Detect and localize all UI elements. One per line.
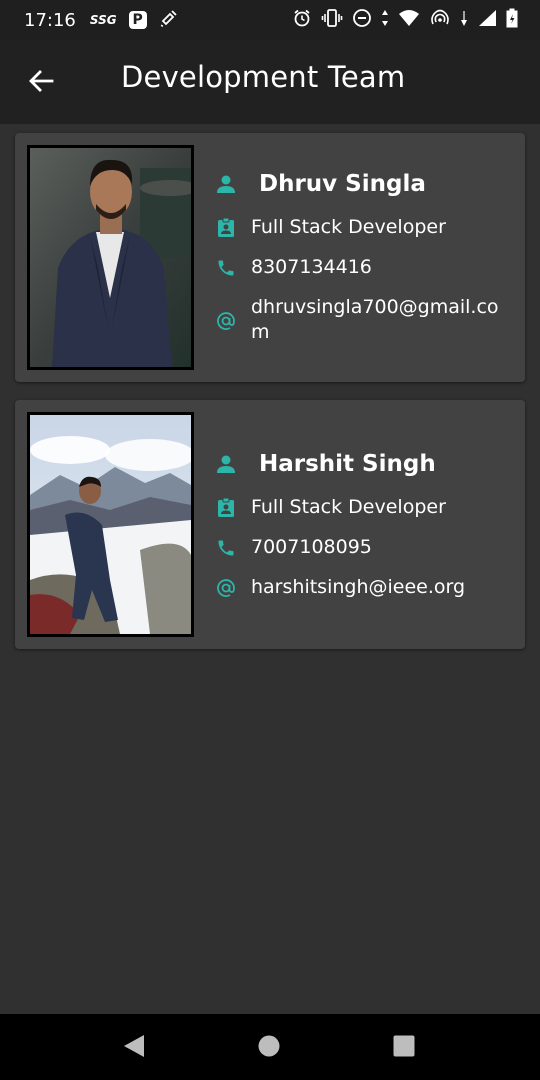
badge-icon	[213, 215, 239, 241]
data-arrow-small-icon	[460, 9, 468, 31]
member-photo	[30, 415, 191, 634]
battery-icon	[506, 8, 518, 32]
person-icon	[213, 451, 239, 477]
member-email[interactable]: harshitsingh@ieee.org	[251, 575, 513, 600]
back-button[interactable]	[20, 62, 62, 104]
at-icon	[213, 575, 239, 601]
data-arrows-icon	[381, 9, 389, 31]
satellite-notification-icon	[159, 8, 179, 32]
phone-icon	[213, 535, 239, 561]
alarm-icon	[292, 8, 312, 32]
page-title: Development Team	[121, 60, 406, 94]
app-bar: Development Team	[0, 40, 540, 124]
member-name-row: Dhruv Singla	[213, 171, 426, 197]
team-list: Dhruv Singla Full Stack Developer 830713…	[0, 124, 540, 1014]
member-role: Full Stack Developer	[251, 216, 446, 238]
member-photo-frame	[27, 145, 194, 370]
arrow-back-icon	[27, 67, 55, 99]
member-phone[interactable]: 8307134416	[251, 255, 372, 280]
do-not-disturb-icon	[352, 8, 372, 32]
at-icon	[213, 308, 239, 334]
parking-notification-icon: P	[128, 11, 147, 29]
status-time: 17:16	[24, 9, 76, 31]
ssg-notification-icon: SSG	[89, 13, 117, 27]
member-photo-frame	[27, 412, 194, 637]
nav-back-button[interactable]	[120, 1034, 148, 1062]
nav-recents-icon	[392, 1034, 416, 1062]
member-phone-row[interactable]: 8307134416	[213, 255, 372, 281]
nav-home-button[interactable]	[255, 1034, 283, 1062]
vibrate-icon	[321, 8, 343, 32]
member-name-row: Harshit Singh	[213, 451, 436, 477]
member-email[interactable]: dhruvsingla700@gmail.com	[251, 295, 513, 345]
system-nav-bar	[0, 1014, 540, 1080]
nav-back-icon	[122, 1033, 146, 1063]
member-name: Harshit Singh	[259, 451, 436, 477]
status-bar: 17:16 SSG P	[0, 0, 540, 40]
member-email-row[interactable]: harshitsingh@ieee.org	[213, 575, 513, 601]
team-member-card: Dhruv Singla Full Stack Developer 830713…	[15, 133, 525, 382]
signal-icon	[477, 9, 497, 31]
member-email-row[interactable]: dhruvsingla700@gmail.com	[213, 295, 513, 345]
badge-icon	[213, 495, 239, 521]
member-role-row: Full Stack Developer	[213, 495, 446, 521]
member-phone-row[interactable]: 7007108095	[213, 535, 372, 561]
member-phone[interactable]: 7007108095	[251, 535, 372, 560]
phone-icon	[213, 255, 239, 281]
nav-home-icon	[257, 1034, 281, 1062]
member-role: Full Stack Developer	[251, 496, 446, 518]
member-name: Dhruv Singla	[259, 171, 426, 197]
member-photo	[30, 148, 191, 367]
wifi-icon	[398, 9, 420, 31]
person-icon	[213, 171, 239, 197]
member-role-row: Full Stack Developer	[213, 215, 446, 241]
team-member-card: Harshit Singh Full Stack Developer 70071…	[15, 400, 525, 649]
hotspot-icon	[429, 8, 451, 32]
nav-recents-button[interactable]	[390, 1034, 418, 1062]
